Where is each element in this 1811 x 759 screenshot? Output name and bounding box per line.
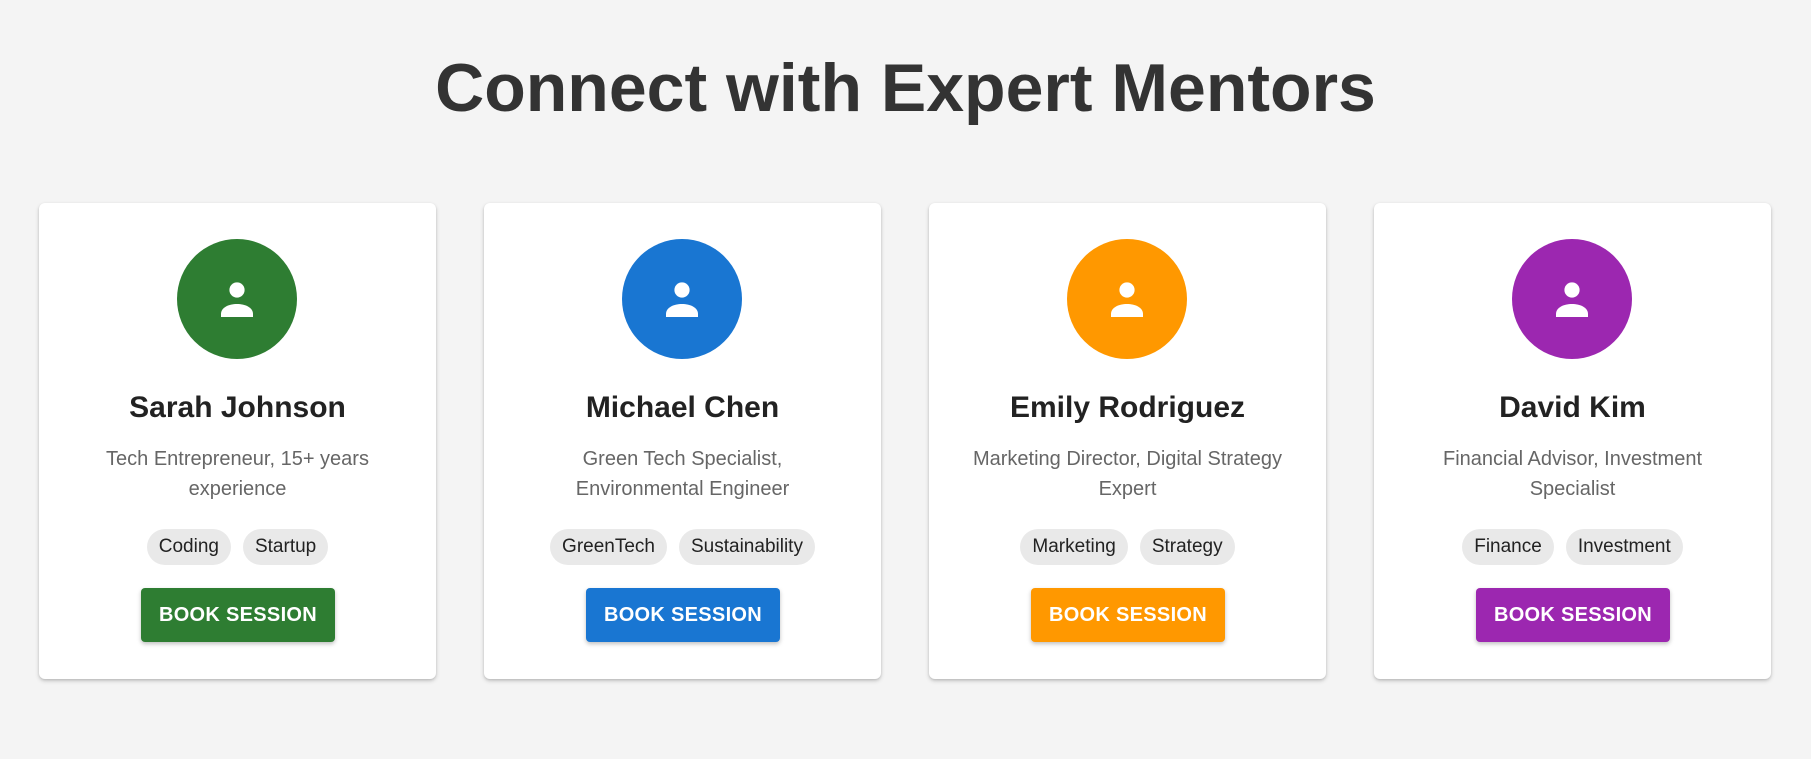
mentor-description: Green Tech Specialist, Environmental Eng… [575, 448, 790, 500]
person-icon [666, 282, 698, 317]
tag-list: Coding Startup [39, 529, 436, 565]
mentor-name: Emily Rodriguez [1009, 391, 1246, 424]
tag: Startup [242, 529, 329, 565]
mentor-card-grid: Sarah Johnson Tech Entrepreneur, 15+ yea… [39, 203, 1773, 679]
person-icon [1111, 282, 1143, 317]
tag: Marketing [1020, 529, 1128, 565]
person-icon [1556, 282, 1588, 317]
page-title: Connect with Expert Mentors [435, 50, 1376, 126]
mentor-name: David Kim [1499, 391, 1646, 424]
tag: Finance [1462, 529, 1554, 565]
book-session-button[interactable]: BOOK SESSION [586, 588, 780, 642]
mentor-card: Emily Rodriguez Marketing Director, Digi… [929, 203, 1326, 679]
avatar [177, 239, 297, 359]
mentor-card: Michael Chen Green Tech Specialist, Envi… [484, 203, 881, 679]
tag: Sustainability [679, 529, 815, 565]
mentor-card: Sarah Johnson Tech Entrepreneur, 15+ yea… [39, 203, 436, 679]
mentor-card: David Kim Financial Advisor, Investment … [1374, 203, 1771, 679]
tag-list: Finance Investment [1374, 529, 1771, 565]
book-session-button[interactable]: BOOK SESSION [1031, 588, 1225, 642]
mentor-description: Marketing Director, Digital Strategy Exp… [972, 448, 1282, 500]
book-session-button[interactable]: BOOK SESSION [1476, 588, 1670, 642]
mentors-page: Connect with Expert Mentors Sarah Johnso… [0, 0, 1811, 759]
tag-list: GreenTech Sustainability [484, 529, 881, 565]
tag: Coding [146, 529, 231, 565]
mentor-description: Tech Entrepreneur, 15+ years experience [106, 448, 369, 500]
avatar [1067, 239, 1187, 359]
mentor-name: Sarah Johnson [129, 391, 346, 424]
avatar [1512, 239, 1632, 359]
tag: Investment [1565, 529, 1683, 565]
tag: Strategy [1139, 529, 1235, 565]
avatar [622, 239, 742, 359]
tag: GreenTech [550, 529, 667, 565]
mentor-name: Michael Chen [585, 391, 780, 424]
mentor-description: Financial Advisor, Investment Specialist [1442, 448, 1702, 500]
person-icon [221, 282, 253, 317]
book-session-button[interactable]: BOOK SESSION [141, 588, 335, 642]
tag-list: Marketing Strategy [929, 529, 1326, 565]
